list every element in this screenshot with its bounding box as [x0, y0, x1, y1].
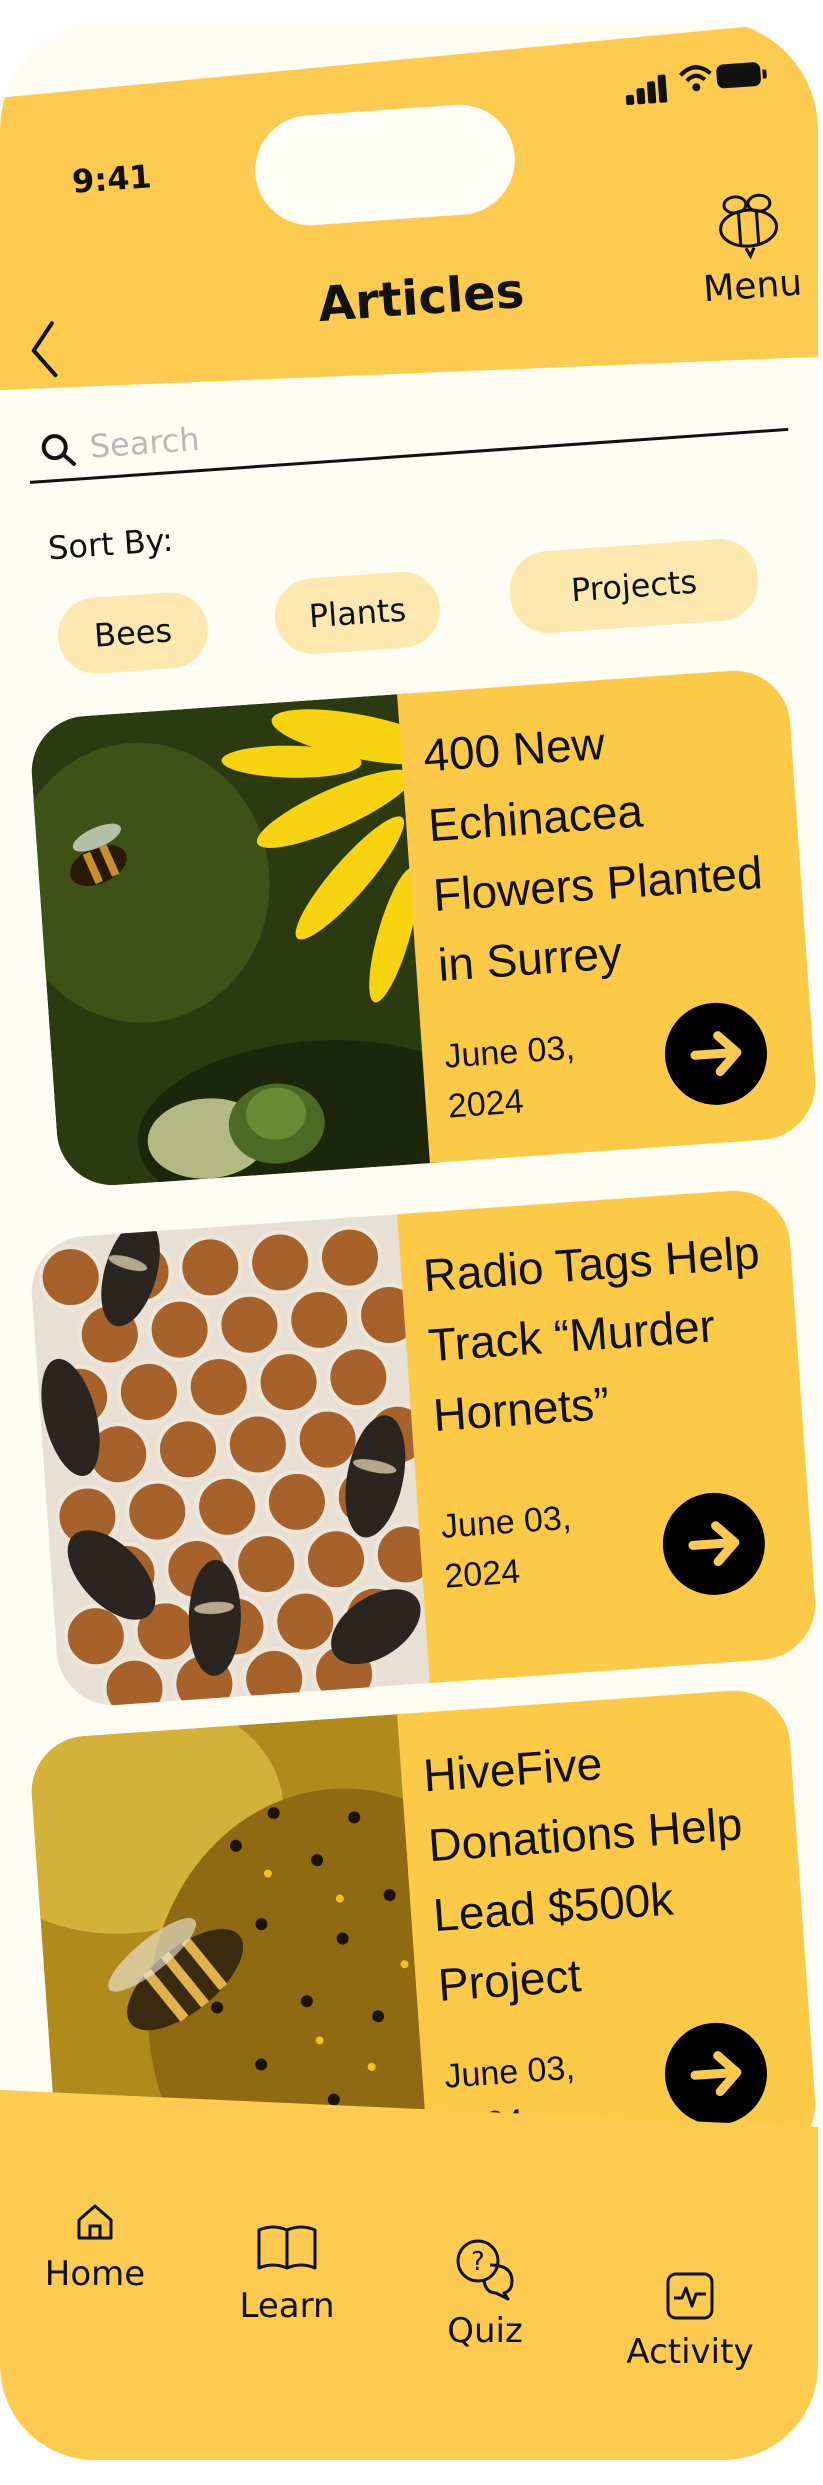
- home-icon: [77, 2204, 113, 2240]
- open-article-button[interactable]: [661, 2019, 771, 2129]
- status-time: 9:41: [70, 157, 153, 201]
- battery-icon: [715, 61, 762, 89]
- article-title[interactable]: 400 New Echinacea Flowers Planted in Sur…: [421, 695, 800, 999]
- open-article-button[interactable]: [659, 1489, 769, 1599]
- menu-button[interactable]: Menu: [686, 186, 814, 311]
- article-title[interactable]: HiveFive Donations Help Lead $500k Proje…: [421, 1715, 800, 2019]
- wifi-icon: [678, 63, 714, 98]
- arrow-right-icon: [688, 1521, 740, 1567]
- article-date: June 03, 2024: [443, 1028, 576, 1126]
- arrow-right-icon: [690, 2051, 742, 2097]
- sort-label: Sort By:: [46, 520, 175, 568]
- nav-learn[interactable]: Learn: [212, 2220, 362, 2326]
- chevron-left-icon: [31, 321, 58, 378]
- menu-label: Menu: [701, 262, 804, 311]
- filter-chip-plants[interactable]: Plants: [272, 569, 443, 657]
- back-button[interactable]: [26, 319, 61, 390]
- nav-activity[interactable]: Activity: [615, 2270, 765, 2372]
- dynamic-island: [251, 101, 519, 229]
- signal-icon: [625, 94, 635, 106]
- search-bar[interactable]: [26, 367, 789, 484]
- svg-text:?: ?: [471, 2247, 485, 2277]
- nav-quiz[interactable]: ? Quiz: [410, 2235, 560, 2351]
- activity-icon: [666, 2272, 714, 2320]
- nav-activity-label: Activity: [626, 2332, 754, 2372]
- signal-icon-bar: [636, 87, 646, 105]
- signal-icon-bar: [646, 81, 657, 104]
- article-card[interactable]: 400 New Echinacea Flowers Planted in Sur…: [28, 666, 818, 1189]
- bee-icon: [719, 193, 779, 260]
- nav-home[interactable]: Home: [20, 2200, 170, 2294]
- nav-home-label: Home: [44, 2254, 146, 2294]
- open-article-button[interactable]: [661, 999, 771, 1109]
- chat-question-icon: ?: [456, 2239, 514, 2301]
- article-date: June 03, 2024: [439, 1498, 573, 1596]
- article-card[interactable]: Radio Tags Help Track “Murder Hornets” J…: [28, 1186, 818, 1709]
- book-icon: [257, 2225, 317, 2270]
- article-title[interactable]: Radio Tags Help Track “Murder Hornets”: [421, 1215, 795, 1450]
- arrow-right-icon: [690, 1031, 742, 1077]
- signal-icon-bar: [657, 74, 668, 103]
- filter-chip-bees[interactable]: Bees: [55, 589, 211, 677]
- filter-chip-projects[interactable]: Projects: [507, 536, 761, 636]
- article-image-honeycomb: [28, 1213, 440, 1709]
- search-icon: [39, 431, 78, 473]
- article-image-bee-flower: [28, 693, 440, 1189]
- nav-quiz-label: Quiz: [447, 2311, 523, 2351]
- phone-frame: 9:41 Articles Menu Sort By:: [0, 20, 818, 2460]
- nav-learn-label: Learn: [239, 2286, 335, 2326]
